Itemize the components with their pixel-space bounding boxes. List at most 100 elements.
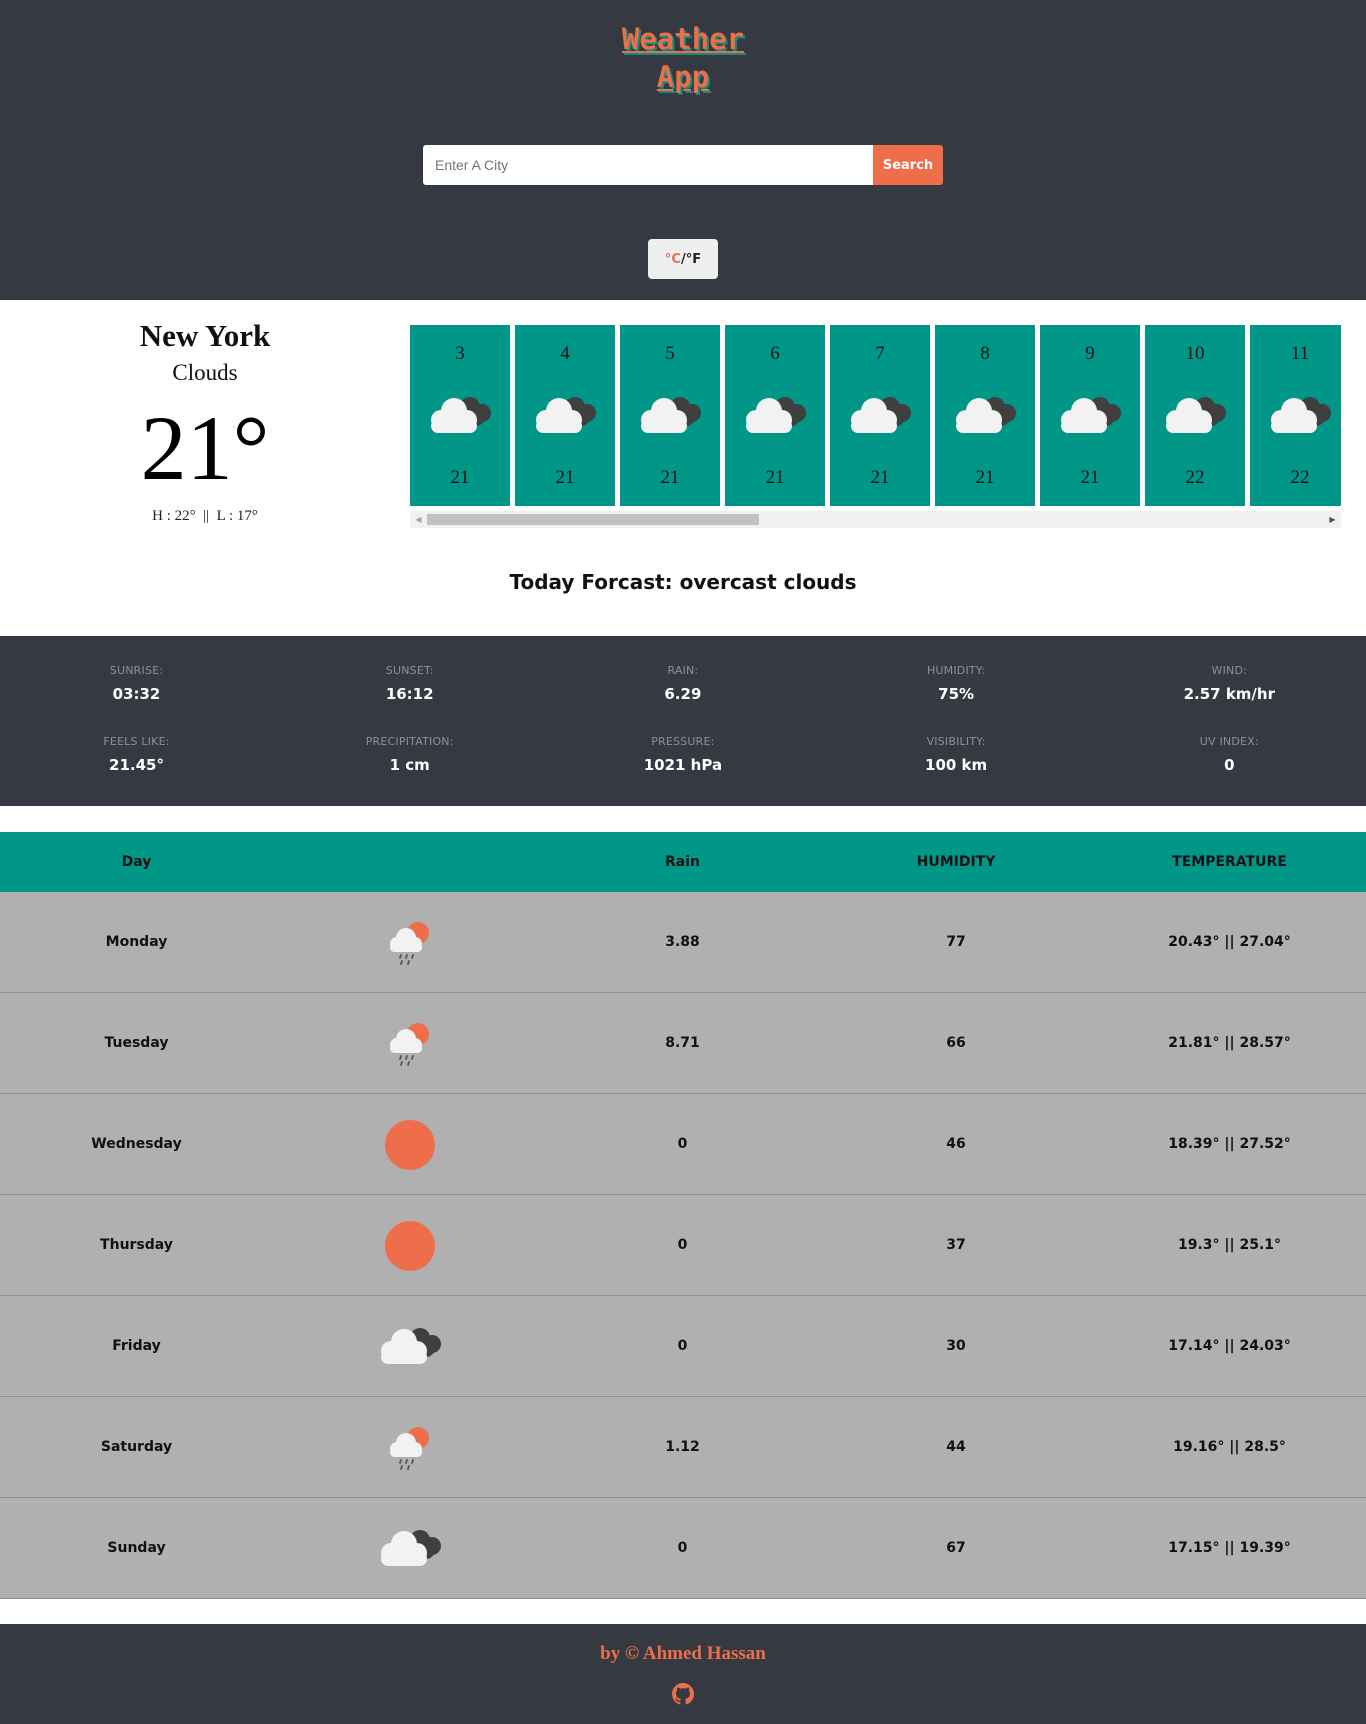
- col-temperature-header: TEMPERATURE: [1172, 854, 1287, 870]
- header: Weather App Search °C/°F: [0, 0, 1366, 300]
- detail-precipitation: PRECIPITATION: 1 cm: [273, 735, 546, 774]
- daily-humidity: 46: [946, 1136, 966, 1152]
- daily-humidity: 37: [946, 1237, 966, 1253]
- daily-day: Saturday: [100, 1439, 173, 1455]
- unit-toggle-button[interactable]: °C/°F: [648, 239, 718, 279]
- github-icon[interactable]: [672, 1683, 694, 1705]
- detail-label: UV INDEX:: [1199, 735, 1259, 748]
- hourly-temp: 22: [1290, 467, 1310, 488]
- detail-sunset: SUNSET: 16:12: [273, 664, 546, 703]
- hourly-card: 10 22: [1145, 325, 1245, 506]
- daily-rain: 0: [677, 1136, 688, 1152]
- hourly-forecast[interactable]: 3 21 4 21 5 21 6 21 7 21 8 21 9 21 10 22…: [410, 325, 1341, 528]
- daily-humidity: 44: [946, 1439, 966, 1455]
- detail-uv-index: UV INDEX: 0: [1093, 735, 1366, 774]
- detail-label: SUNSET:: [385, 664, 434, 677]
- hourly-card: 8 21: [935, 325, 1035, 506]
- daily-row: Friday 0 30 17.14° || 24.03°: [0, 1296, 1366, 1397]
- detail-humidity: HUMIDITY: 75%: [820, 664, 1093, 703]
- detail-value: 1021 hPa: [643, 756, 723, 774]
- hourly-time: 4: [560, 343, 570, 364]
- col-humidity-header: HUMIDITY: [916, 854, 996, 870]
- daily-humidity: 30: [946, 1338, 966, 1354]
- daily-day: Wednesday: [91, 1136, 182, 1152]
- sun-icon: [384, 1220, 436, 1272]
- detail-value: 0: [1224, 756, 1235, 774]
- footer: [0, 1624, 1366, 1724]
- hourly-scrollbar[interactable]: ◀ ▶: [410, 511, 1341, 528]
- app-title-line2: App: [656, 60, 710, 94]
- daily-temperature: 19.3° || 25.1°: [1177, 1237, 1282, 1253]
- hourly-temp: 21: [870, 467, 890, 488]
- hourly-card: 4 21: [515, 325, 615, 506]
- sun-icon: [384, 1119, 436, 1171]
- hourly-time: 6: [770, 343, 780, 364]
- sun-rain-icon: [384, 1422, 436, 1474]
- hourly-time: 5: [665, 343, 675, 364]
- today-forecast-text: Today Forcast: overcast clouds: [509, 570, 857, 594]
- hourly-time: 7: [875, 343, 885, 364]
- detail-label: PRESSURE:: [651, 735, 715, 748]
- daily-day: Thursday: [100, 1237, 173, 1253]
- detail-label: FEELS LIKE:: [103, 735, 170, 748]
- high-low-temperature: H : 22° || L : 17°: [152, 508, 258, 524]
- detail-visibility: VISIBILITY: 100 km: [820, 735, 1093, 774]
- hourly-time: 11: [1290, 343, 1310, 364]
- city-search-input[interactable]: [423, 145, 873, 185]
- hourly-time: 8: [980, 343, 990, 364]
- detail-value: 16:12: [385, 685, 434, 703]
- daily-rain: 0: [677, 1540, 688, 1556]
- sun-rain-icon: [384, 1018, 436, 1070]
- col-rain-header: Rain: [665, 854, 700, 870]
- detail-value: 6.29: [664, 685, 702, 703]
- weather-condition: Clouds: [172, 360, 238, 385]
- hourly-card: 7 21: [830, 325, 930, 506]
- cloudy-icon: [374, 1526, 441, 1578]
- detail-value: 1 cm: [389, 756, 430, 774]
- scroll-right-arrow-icon[interactable]: ▶: [1324, 511, 1341, 528]
- detail-value: 2.57 km/hr: [1183, 685, 1275, 703]
- daily-rain: 3.88: [665, 934, 700, 950]
- detail-value: 21.45°: [109, 756, 164, 774]
- detail-label: SUNRISE:: [109, 664, 164, 677]
- daily-temperature: 21.81° || 28.57°: [1168, 1035, 1291, 1051]
- daily-day: Friday: [112, 1338, 161, 1354]
- detail-value: 03:32: [112, 685, 161, 703]
- scroll-left-arrow-icon[interactable]: ◀: [410, 511, 427, 528]
- daily-day: Tuesday: [104, 1035, 169, 1051]
- daily-temperature: 19.16° || 28.5°: [1173, 1439, 1286, 1455]
- app-title-line1: Weather: [621, 22, 745, 56]
- unit-fahrenheit: /°F: [680, 251, 702, 267]
- daily-table-header: Day Rain HUMIDITY TEMPERATURE: [0, 832, 1366, 892]
- detail-label: WIND:: [1211, 664, 1248, 677]
- current-temperature: 21°: [140, 397, 270, 499]
- hourly-card: 5 21: [620, 325, 720, 506]
- detail-label: VISIBILITY:: [926, 735, 986, 748]
- search-button[interactable]: Search: [873, 145, 943, 185]
- daily-rain: 1.12: [665, 1439, 700, 1455]
- daily-humidity: 66: [946, 1035, 966, 1051]
- daily-rain: 8.71: [665, 1035, 700, 1051]
- sun-rain-icon: [384, 917, 436, 969]
- detail-rain: RAIN: 6.29: [546, 664, 819, 703]
- hourly-time: 10: [1185, 343, 1205, 364]
- detail-value: 100 km: [925, 756, 988, 774]
- detail-sunrise: SUNRISE: 03:32: [0, 664, 273, 703]
- detail-wind: WIND: 2.57 km/hr: [1093, 664, 1366, 703]
- author-credit: by © Ahmed Hassan: [600, 1643, 766, 1664]
- daily-humidity: 67: [946, 1540, 966, 1556]
- detail-value: 75%: [938, 685, 975, 703]
- daily-temperature: 17.15° || 19.39°: [1168, 1540, 1291, 1556]
- daily-table-body: Monday 3.88 77 20.43° || 27.04° Tuesday …: [0, 892, 1366, 1599]
- city-name: New York: [139, 318, 271, 353]
- hourly-card: 9 21: [1040, 325, 1140, 506]
- hourly-temp: 22: [1185, 467, 1205, 488]
- daily-rain: 0: [677, 1237, 688, 1253]
- daily-row: Monday 3.88 77 20.43° || 27.04°: [0, 892, 1366, 993]
- hourly-card: 11 22: [1250, 325, 1341, 506]
- daily-temperature: 17.14° || 24.03°: [1168, 1338, 1291, 1354]
- hourly-time: 3: [455, 343, 465, 364]
- daily-temperature: 18.39° || 27.52°: [1168, 1136, 1291, 1152]
- scroll-thumb[interactable]: [427, 514, 759, 525]
- daily-temperature: 20.43° || 27.04°: [1168, 934, 1291, 950]
